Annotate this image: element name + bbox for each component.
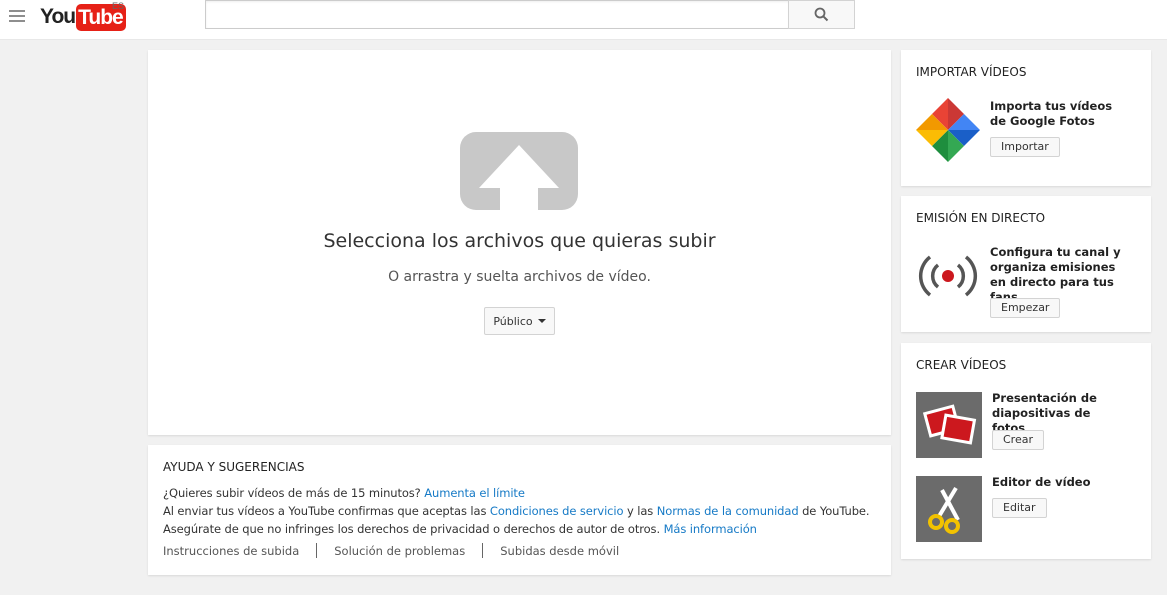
editor-text: Editor de vídeo <box>992 475 1091 489</box>
masthead: You Tube ES <box>0 0 1167 40</box>
create-title: CREAR VÍDEOS <box>916 358 1007 372</box>
upload-arrow-icon[interactable] <box>460 132 578 210</box>
video-editor-thumbnail[interactable] <box>916 476 982 542</box>
help-title: AYUDA Y SUGERENCIAS <box>163 460 305 474</box>
import-videos-card: IMPORTAR VÍDEOS Importa tus vídeos de Go… <box>901 50 1151 186</box>
terms-of-service-link[interactable]: Condiciones de servicio <box>490 504 624 518</box>
search-button[interactable] <box>788 0 855 29</box>
start-live-button[interactable]: Empezar <box>990 298 1061 318</box>
upload-subtitle: O arrastra y suelta archivos de vídeo. <box>388 269 651 285</box>
import-text: Importa tus vídeos de Google Fotos <box>990 99 1113 128</box>
help-line1-text: ¿Quieres subir vídeos de más de 15 minut… <box>163 486 421 500</box>
scissors-icon <box>928 486 960 534</box>
live-broadcast-icon <box>918 255 978 297</box>
import-button[interactable]: Importar <box>990 137 1060 157</box>
help-line2-text-c: de YouTube. <box>802 504 870 518</box>
mobile-uploads-link[interactable]: Subidas desde móvil <box>500 544 619 558</box>
help-line2-text-b: y las <box>626 504 654 518</box>
upload-panel: Selecciona los archivos que quieras subi… <box>148 50 891 435</box>
divider <box>316 543 318 558</box>
privacy-dropdown[interactable]: Público <box>484 307 555 335</box>
help-links: Instrucciones de subida Solución de prob… <box>163 543 619 558</box>
upload-instructions-link[interactable]: Instrucciones de subida <box>163 544 299 558</box>
country-code: ES <box>112 1 125 11</box>
slideshow-thumbnail[interactable] <box>916 392 982 458</box>
search-box <box>205 0 789 29</box>
community-guidelines-link[interactable]: Normas de la comunidad <box>657 504 799 518</box>
logo-you-text: You <box>40 5 76 28</box>
import-title: IMPORTAR VÍDEOS <box>916 65 1027 79</box>
create-slideshow-button[interactable]: Crear <box>992 430 1044 450</box>
create-videos-card: CREAR VÍDEOS Presentación de diapositiva… <box>901 343 1151 559</box>
privacy-label: Público <box>493 314 533 328</box>
live-text: Configura tu canal y organiza emisiones … <box>990 245 1121 304</box>
help-line-terms: Al enviar tus vídeos a YouTube confirmas… <box>163 504 870 518</box>
help-panel: AYUDA Y SUGERENCIAS ¿Quieres subir vídeo… <box>148 445 891 575</box>
search-icon <box>814 7 829 22</box>
upload-title: Selecciona los archivos que quieras subi… <box>323 230 716 252</box>
increase-limit-link[interactable]: Aumenta el límite <box>424 486 525 500</box>
photo-slideshow-icon <box>922 404 977 445</box>
guide-menu-icon[interactable] <box>9 10 25 26</box>
caret-down-icon <box>537 319 546 323</box>
open-editor-button[interactable]: Editar <box>992 498 1047 518</box>
live-streaming-card: EMISIÓN EN DIRECTO Configura tu canal y … <box>901 196 1151 332</box>
help-line-limit: ¿Quieres subir vídeos de más de 15 minut… <box>163 486 525 500</box>
help-line2-text-a: Al enviar tus vídeos a YouTube confirmas… <box>163 504 487 518</box>
help-line3-text: Asegúrate de que no infringes los derech… <box>163 522 660 536</box>
google-photos-pinwheel-icon <box>916 98 980 162</box>
search-input[interactable] <box>206 1 789 28</box>
more-info-link[interactable]: Más información <box>664 522 757 536</box>
troubleshooting-link[interactable]: Solución de problemas <box>334 544 465 558</box>
help-line-rights: Asegúrate de que no infringes los derech… <box>163 522 757 536</box>
live-title: EMISIÓN EN DIRECTO <box>916 211 1046 225</box>
divider <box>482 543 484 558</box>
